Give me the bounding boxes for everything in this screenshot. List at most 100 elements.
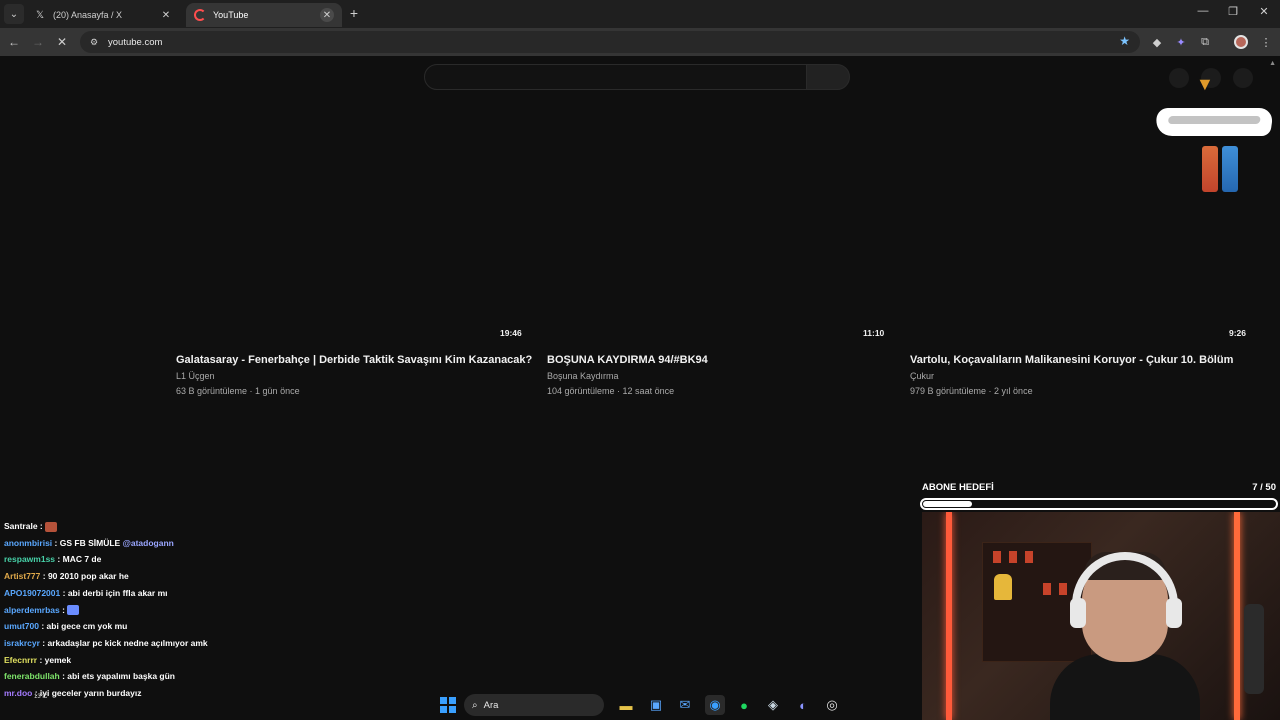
window-close-button[interactable]: ✕ (1252, 5, 1276, 18)
discord-icon[interactable]: ◐ (793, 695, 813, 715)
chat-username: alperdemrbas (4, 604, 60, 615)
youtube-icon (194, 9, 206, 21)
tab-search-button[interactable]: ⌄ (4, 4, 24, 24)
chat-username: mr.doo (4, 688, 33, 699)
graffiti-logo (1154, 108, 1274, 136)
video-duration: 11:10 (863, 328, 885, 338)
chat-username: respawm1ss (4, 554, 56, 565)
windows-taskbar: ⌕ Ara ▬ ▣ ✉ ◉ ● ◈ ◐ ◎ (430, 690, 850, 720)
tab-x[interactable]: 𝕏 (20) Anasayfa / X ✕ (26, 3, 181, 27)
neon-light (946, 512, 952, 720)
spotify-icon[interactable]: ● (734, 695, 754, 715)
minimize-button[interactable]: — (1191, 5, 1215, 17)
chat-mention: @atadogann (122, 537, 174, 548)
video-meta: 63 B görüntüleme · 1 gün önce (176, 386, 300, 396)
subscriber-goal-widget: ABONE HEDEFİ 7 / 50 (920, 480, 1280, 514)
restore-button[interactable]: ❐ (1221, 5, 1245, 18)
chat-emote-icon (45, 521, 58, 532)
arrow-left-icon: ← (8, 35, 20, 49)
chat-message: fenerabdullah : abi ets yapalımı başka g… (4, 671, 176, 682)
search-icon: ⌕ (472, 699, 478, 711)
headphone-earcup (1070, 598, 1086, 628)
neon-light (1234, 512, 1240, 720)
chat-username: umut700 (4, 621, 39, 632)
chat-message: Santrale : (4, 518, 384, 535)
search-input[interactable] (424, 64, 807, 90)
pikachu-figure (994, 574, 1012, 600)
start-button[interactable] (438, 695, 458, 715)
drink-can-blue (1222, 146, 1238, 192)
chat-username: APO19072001 (4, 587, 61, 598)
chat-text: MAC 7 de (62, 554, 102, 565)
video-meta: 979 B görüntüleme · 2 yıl önce (910, 386, 1033, 396)
arrow-right-icon: → (32, 35, 44, 49)
more-options-icon[interactable]: ⋮ (1258, 34, 1274, 50)
chat-text: iyi geceler yarın burdayız (39, 688, 142, 699)
video-channel[interactable]: Boşuna Kaydırma (547, 371, 619, 381)
chat-username: Santrale (4, 521, 38, 531)
chat-username: israkrcyr (4, 637, 40, 648)
address-bar[interactable]: ⚙ youtube.com ★ (80, 31, 1140, 53)
stream-chat-overlay: Santrale : anonmbirisi : GS FB SİMÜLE @a… (4, 518, 384, 718)
headphone-earcup (1166, 598, 1182, 628)
chat-username: fenerabdullah (4, 671, 60, 682)
close-icon: ✕ (56, 35, 68, 49)
taskbar-search[interactable]: ⌕ Ara (464, 694, 604, 716)
store-icon[interactable]: ▣ (646, 695, 666, 715)
tab-title: YouTube (213, 10, 249, 20)
chat-message: Efecnrrr : yemek (4, 654, 72, 665)
chat-text: arkadaşlar pc kick nedne açılmıyor amk (47, 637, 208, 648)
file-explorer-icon[interactable]: ▬ (616, 695, 636, 715)
video-channel[interactable]: Çukur (910, 371, 934, 381)
x-logo-icon: 𝕏 (35, 9, 45, 21)
chrome-icon[interactable]: ◉ (705, 695, 725, 715)
chat-text: yemek (44, 654, 72, 665)
bookmark-star-icon[interactable]: ★ (1119, 34, 1130, 48)
chat-text: GS FB SİMÜLE (59, 537, 121, 548)
stop-button[interactable]: ✕ (54, 34, 70, 50)
chat-text: abi ets yapalımı başka gün (67, 671, 176, 682)
chat-message: respawm1ss : MAC 7 de (4, 554, 102, 565)
microphone (1244, 604, 1264, 694)
chat-text: 90 2010 pop akar he (47, 571, 129, 582)
taskbar-search-label: Ara (483, 699, 499, 711)
screen: ⌄ 𝕏 (20) Anasayfa / X ✕ YouTube ✕ + — ❐ … (0, 0, 1280, 720)
tab-youtube[interactable]: YouTube ✕ (186, 3, 342, 27)
scrollbar-up-arrow-icon[interactable]: ▲ (1269, 60, 1276, 67)
fox-logo-icon: ▼ (1196, 74, 1214, 94)
extension-diamond-icon[interactable]: ◆ (1149, 34, 1165, 50)
video-title[interactable]: BOŞUNA KAYDIRMA 94/#BK94 (547, 354, 708, 366)
obs-icon[interactable]: ◎ (822, 695, 842, 715)
chat-emote-icon (67, 605, 80, 616)
forward-button[interactable]: → (30, 34, 46, 50)
chat-username: Efecnrrr (4, 654, 38, 665)
back-button[interactable]: ← (6, 34, 22, 50)
video-channel[interactable]: L1 Üçgen (176, 371, 215, 381)
extensions-puzzle-icon[interactable]: ⧉ (1197, 34, 1213, 50)
mail-icon[interactable]: ✉ (675, 695, 695, 715)
goal-label: ABONE HEDEFİ (922, 482, 994, 493)
windows-logo-icon (440, 697, 456, 713)
site-settings-icon[interactable]: ⚙ (88, 36, 100, 48)
chat-message: Artist777 : 90 2010 pop akar he (4, 571, 129, 582)
goal-count: 7 / 50 (1252, 482, 1276, 493)
profile-avatar-icon[interactable] (1233, 34, 1249, 50)
chat-text: abi derbi için ffla akar mı (67, 587, 168, 598)
video-title[interactable]: Vartolu, Koçavalıların Malikanesini Koru… (910, 354, 1233, 366)
url-text: youtube.com (108, 36, 163, 48)
goal-progress-bar (920, 498, 1278, 510)
close-icon[interactable]: ✕ (159, 8, 173, 22)
video-duration: 19:46 (500, 328, 522, 338)
chat-text: abi gece cm yok mu (46, 621, 128, 632)
close-icon[interactable]: ✕ (320, 8, 334, 22)
video-title[interactable]: Galatasaray - Fenerbahçe | Derbide Takti… (176, 354, 532, 366)
goal-progress-fill (923, 501, 972, 507)
browser-toolbar: ← → ✕ ⚙ youtube.com ★ ◆ ✦ ⧉ ⋮ (0, 28, 1280, 56)
search-button[interactable] (806, 64, 850, 90)
chat-message: mr.doo : iyi geceler yarın burdayız (4, 688, 142, 699)
chat-username: anonmbirisi (4, 537, 53, 548)
steam-icon[interactable]: ◈ (763, 695, 783, 715)
new-tab-button[interactable]: + (346, 5, 362, 21)
chat-message: APO19072001 : abi derbi için ffla akar m… (4, 587, 168, 598)
extension-wand-icon[interactable]: ✦ (1173, 34, 1189, 50)
